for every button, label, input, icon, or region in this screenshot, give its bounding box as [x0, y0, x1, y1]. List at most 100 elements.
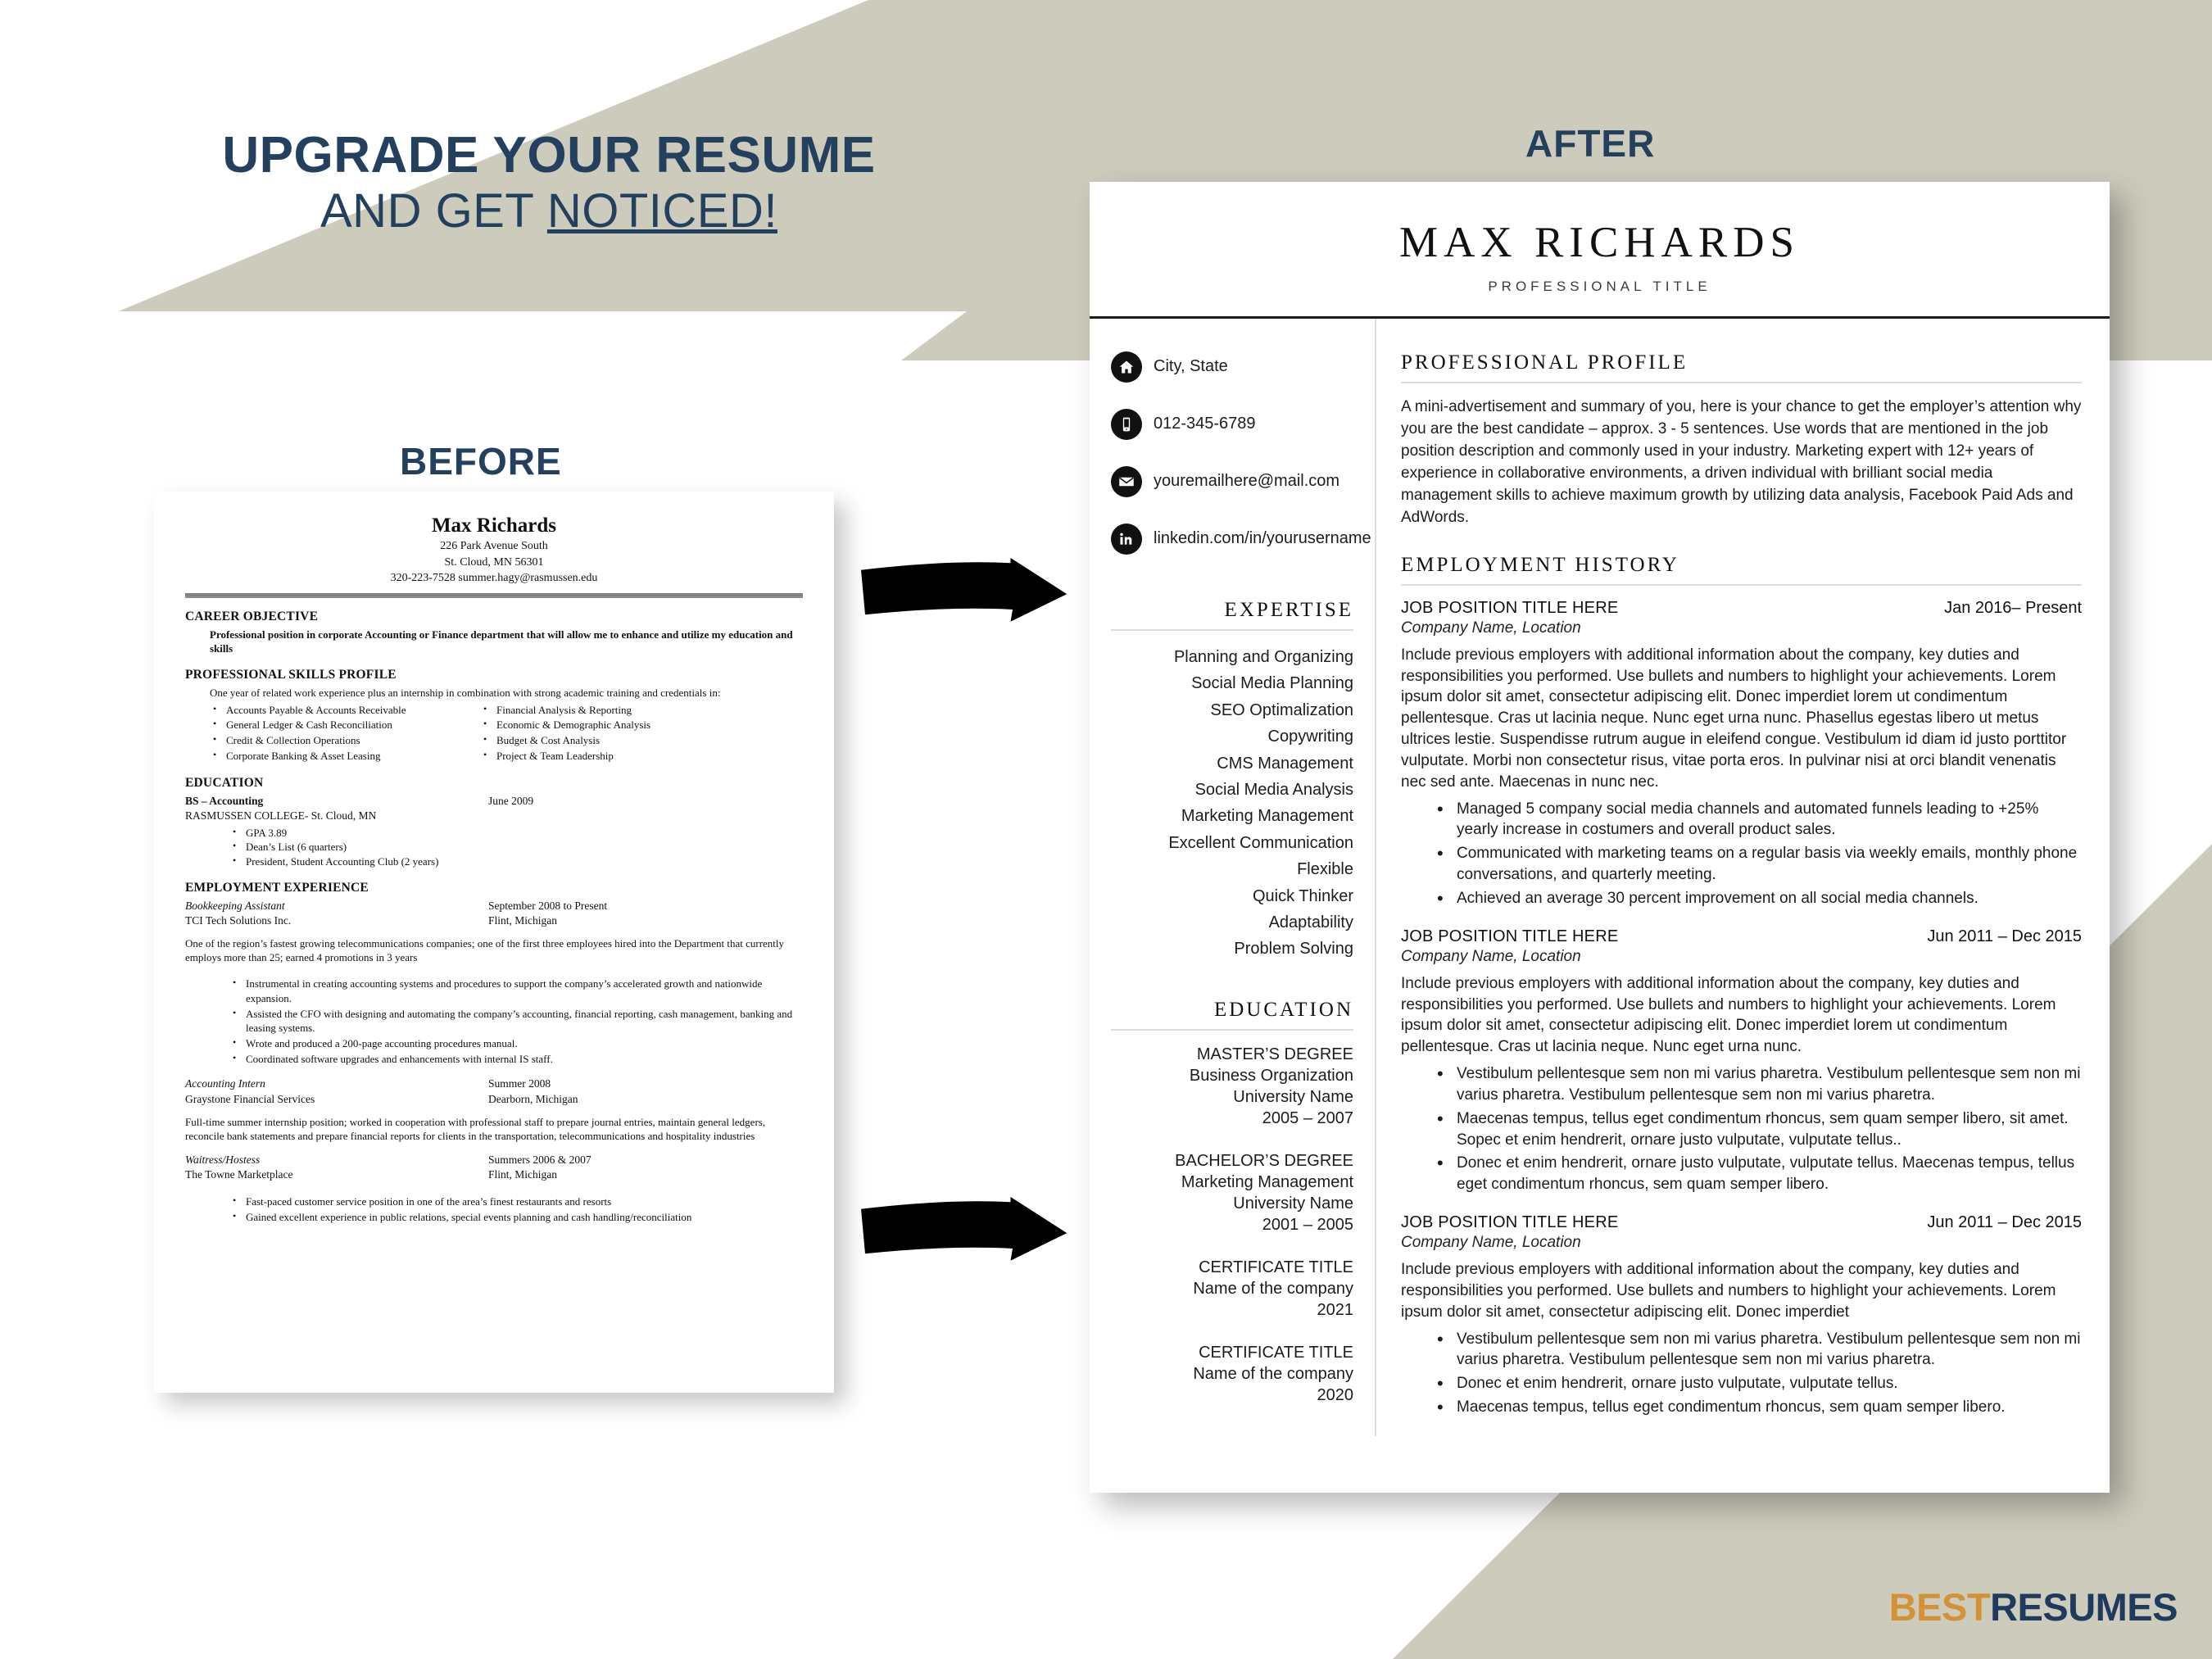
before-job-date: Summer 2008: [488, 1077, 551, 1090]
after-job-description: Include previous employers with addition…: [1401, 974, 2056, 1056]
after-main-column: PROFESSIONAL PROFILE A mini-advertisemen…: [1376, 319, 2110, 1436]
headline-line-2-underlined: NOTICED!: [546, 184, 777, 238]
list-item: President, Student Accounting Club (2 ye…: [231, 854, 803, 869]
before-job-bullets: Fast-paced customer service position in …: [231, 1194, 803, 1224]
contact-row-phone: 012-345-6789: [1111, 409, 1353, 440]
list-item: Instrumental in creating accounting syst…: [231, 976, 803, 1005]
after-job-bullets: Managed 5 company social media channels …: [1401, 797, 2082, 911]
list-item: Financial Analysis & Reporting: [482, 702, 752, 718]
label-after: AFTER: [1525, 122, 1656, 165]
list-item: Problem Solving: [1234, 940, 1353, 959]
list-item: Social Media Analysis: [1194, 780, 1353, 799]
after-education-field: Business Organization: [1189, 1066, 1353, 1085]
before-job-title: Accounting Intern: [185, 1077, 265, 1090]
list-item: Maecenas tempus, tellus eget condimentum…: [1437, 1107, 2082, 1151]
brand-logo-resumes: RESUMES: [1990, 1585, 2178, 1629]
after-heading-expertise: EXPERTISE: [1111, 599, 1353, 631]
after-profile-text: A mini-advertisement and summary of you,…: [1401, 398, 2082, 526]
list-item: Fast-paced customer service position in …: [231, 1194, 803, 1209]
list-item: Social Media Planning: [1191, 674, 1353, 693]
before-job-date: September 2008 to Present: [488, 899, 608, 912]
before-candidate-name: Max Richards: [431, 514, 557, 537]
envelope-icon: [1111, 466, 1142, 497]
contact-row-location: City, State: [1111, 351, 1353, 383]
mobile-phone-icon: [1111, 409, 1142, 440]
list-item: Budget & Cost Analysis: [482, 732, 752, 749]
after-professional-title: PROFESSIONAL TITLE: [1488, 279, 1711, 294]
before-job-bullets: Instrumental in creating accounting syst…: [231, 976, 803, 1067]
list-item: Credit & Collection Operations: [211, 732, 482, 749]
list-item: Project & Team Leadership: [482, 748, 752, 764]
list-item: Coordinated software upgrades and enhanc…: [231, 1051, 803, 1067]
list-item: Planning and Organizing: [1173, 648, 1353, 666]
list-item: Excellent Communication: [1168, 833, 1353, 852]
after-certificate-year: 2021: [1317, 1300, 1354, 1319]
list-item: Adaptability: [1268, 913, 1353, 931]
after-certificate-title: CERTIFICATE TITLE: [1199, 1258, 1353, 1276]
after-job-company: Company Name, Location: [1401, 947, 1581, 965]
list-item: Marketing Management: [1181, 807, 1353, 826]
after-education-degree: BACHELOR’S DEGREE: [1175, 1151, 1353, 1170]
before-job-title: Waitress/Hostess: [185, 1154, 261, 1167]
list-item: Managed 5 company social media channels …: [1437, 797, 2082, 841]
list-item: Achieved an average 30 percent improveme…: [1437, 886, 2082, 911]
list-item: Corporate Banking & Asset Leasing: [211, 748, 482, 764]
before-section-heading-education: EDUCATION: [185, 775, 264, 790]
after-certificate-entry: CERTIFICATE TITLE Name of the company 20…: [1111, 1342, 1353, 1406]
after-job-title: JOB POSITION TITLE HERE: [1401, 598, 1619, 617]
after-certificate-company: Name of the company: [1193, 1279, 1353, 1298]
list-item: Maecenas tempus, tellus eget condimentum…: [1437, 1395, 2082, 1420]
list-item: Donec et enim hendrerit, ornare justo vu…: [1437, 1151, 2082, 1195]
promo-headline: UPGRADE YOUR RESUME AND GET NOTICED!: [115, 129, 983, 239]
before-job-title: Bookkeeping Assistant: [185, 899, 285, 912]
after-certificate-year: 2020: [1317, 1385, 1354, 1404]
before-section-heading-objective: CAREER OBJECTIVE: [185, 610, 319, 624]
before-skills-column-left: Accounts Payable & Accounts Receivable G…: [211, 702, 482, 764]
before-header-divider: [185, 593, 803, 599]
after-expertise-list: Planning and Organizing Social Media Pla…: [1111, 644, 1353, 963]
after-education-years: 2001 – 2005: [1262, 1215, 1353, 1234]
after-candidate-name: MAX RICHARDS: [1399, 219, 1800, 266]
after-sidebar: City, State 012-345-6789 youremailhere@m…: [1090, 319, 1376, 1436]
contact-row-email: youremailhere@mail.com: [1111, 466, 1353, 497]
before-address-line-1: 226 Park Avenue South: [440, 540, 548, 553]
after-job-company: Company Name, Location: [1401, 1234, 1581, 1252]
after-education-school: University Name: [1233, 1087, 1353, 1106]
after-certificate-company: Name of the company: [1193, 1364, 1353, 1383]
before-education-bullets: GPA 3.89 Dean’s List (6 quarters) Presid…: [231, 825, 803, 869]
after-job-description: Include previous employers with addition…: [1401, 646, 2067, 791]
after-job-bullets: Vestibulum pellentesque sem non mi variu…: [1401, 1327, 2082, 1420]
before-address-line-2: St. Cloud, MN 56301: [444, 555, 544, 569]
home-icon: [1111, 351, 1142, 383]
list-item: Vestibulum pellentesque sem non mi variu…: [1437, 1327, 2082, 1371]
after-job-date: Jan 2016– Present: [1944, 598, 2082, 617]
list-item: Accounts Payable & Accounts Receivable: [211, 702, 482, 718]
before-education-degree-row: BS – Accounting June 2009: [185, 794, 803, 809]
brand-logo-best: BEST: [1888, 1585, 1991, 1629]
after-job-entry: JOB POSITION TITLE HERE Jun 2011 – Dec 2…: [1401, 1213, 2082, 1420]
before-contact-line: 320-223-7528 summer.hagy@rasmussen.edu: [390, 571, 598, 584]
before-skills-intro: One year of related work experience plus…: [210, 686, 721, 699]
after-education-degree: MASTER’S DEGREE: [1196, 1045, 1353, 1063]
list-item: Flexible: [1297, 860, 1353, 879]
before-skills-column-right: Financial Analysis & Reporting Economic …: [482, 702, 752, 764]
before-job-summary: One of the region’s fastest growing tele…: [185, 936, 785, 964]
before-job-company: The Towne Marketplace: [185, 1168, 293, 1181]
list-item: Copywriting: [1267, 728, 1353, 746]
contact-row-linkedin: linkedin.com/in/yourusername: [1111, 524, 1371, 555]
before-objective-text: Professional position in corporate Accou…: [210, 628, 793, 655]
before-education-degree: BS – Accounting: [185, 794, 264, 807]
before-section-heading-skills: PROFESSIONAL SKILLS PROFILE: [185, 667, 397, 682]
list-item: General Ledger & Cash Reconciliation: [211, 717, 482, 733]
after-job-date: Jun 2011 – Dec 2015: [1927, 1213, 2082, 1232]
list-item: GPA 3.89: [231, 825, 803, 841]
after-resume-document: MAX RICHARDS PROFESSIONAL TITLE City, St…: [1090, 182, 2110, 1493]
after-job-entry: JOB POSITION TITLE HERE Jan 2016– Presen…: [1401, 598, 2082, 911]
list-item: Wrote and produced a 200-page accounting…: [231, 1036, 803, 1051]
linkedin-icon: [1111, 524, 1142, 555]
arrow-right-bottom-icon: [857, 1192, 1078, 1307]
after-education-years: 2005 – 2007: [1262, 1108, 1353, 1127]
after-job-entry: JOB POSITION TITLE HERE Jun 2011 – Dec 2…: [1401, 927, 2082, 1195]
before-job-company: TCI Tech Solutions Inc.: [185, 913, 292, 927]
list-item: Communicated with marketing teams on a r…: [1437, 841, 2082, 886]
